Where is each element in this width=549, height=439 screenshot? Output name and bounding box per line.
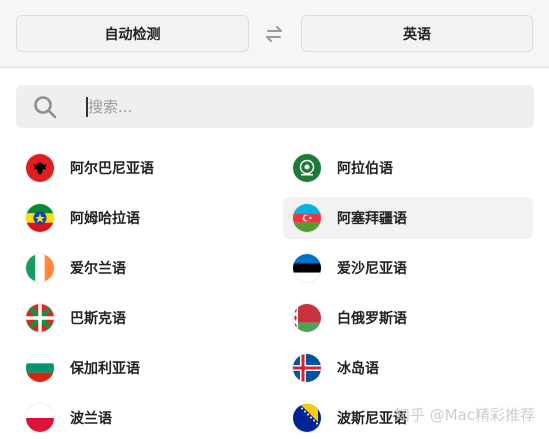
bulgaria-flag-icon (26, 354, 54, 382)
bosnia-flag-icon (293, 404, 321, 432)
language-label: 巴斯克语 (70, 311, 126, 327)
search-icon (32, 94, 58, 120)
language-item-amharic[interactable]: 阿姆哈拉语 (16, 197, 266, 239)
language-item-belarusian[interactable]: 白俄罗斯语 (283, 297, 533, 339)
language-label: 阿拉伯语 (337, 161, 393, 177)
search-input[interactable] (88, 91, 508, 122)
language-item-azerbaijani[interactable]: 阿塞拜疆语 (283, 197, 533, 239)
language-label: 阿塞拜疆语 (337, 211, 407, 227)
language-label: 波兰语 (70, 411, 112, 427)
language-item-arabic[interactable]: 阿拉伯语 (283, 147, 533, 189)
language-item-basque[interactable]: 巴斯克语 (16, 297, 266, 339)
basque-flag-icon (26, 304, 54, 332)
language-item-bulgarian[interactable]: 保加利亚语 (16, 347, 266, 389)
ethiopia-flag-icon (26, 204, 54, 232)
language-item-albanian[interactable]: 阿尔巴尼亚语 (16, 147, 266, 189)
estonia-flag-icon (293, 254, 321, 282)
belarus-flag-icon (293, 304, 321, 332)
source-language-label: 自动检测 (104, 26, 161, 43)
poland-flag-icon (26, 404, 54, 432)
azerbaijan-flag-icon (293, 204, 321, 232)
arab-league-flag-icon (293, 154, 321, 182)
ireland-flag-icon (26, 254, 54, 282)
search-bar[interactable] (16, 85, 534, 128)
target-language-label: 英语 (403, 26, 431, 43)
language-label: 爱沙尼亚语 (337, 261, 407, 277)
swap-languages-icon[interactable] (262, 22, 286, 46)
language-label: 保加利亚语 (70, 361, 140, 377)
language-item-polish[interactable]: 波兰语 (16, 397, 266, 439)
source-language-button[interactable]: 自动检测 (16, 15, 249, 52)
language-label: 爱尔兰语 (70, 261, 126, 277)
language-label: 阿尔巴尼亚语 (70, 161, 154, 177)
language-label: 阿姆哈拉语 (70, 211, 140, 227)
language-item-estonian[interactable]: 爱沙尼亚语 (283, 247, 533, 289)
language-selector-header: 自动检测 英语 (0, 0, 549, 68)
target-language-button[interactable]: 英语 (301, 15, 533, 52)
albania-flag-icon (26, 154, 54, 182)
language-label: 冰岛语 (337, 361, 379, 377)
language-label: 白俄罗斯语 (337, 311, 407, 327)
iceland-flag-icon (293, 354, 321, 382)
language-item-icelandic[interactable]: 冰岛语 (283, 347, 533, 389)
language-item-irish[interactable]: 爱尔兰语 (16, 247, 266, 289)
watermark-text: 知乎 @Mac精彩推荐 (394, 406, 535, 424)
